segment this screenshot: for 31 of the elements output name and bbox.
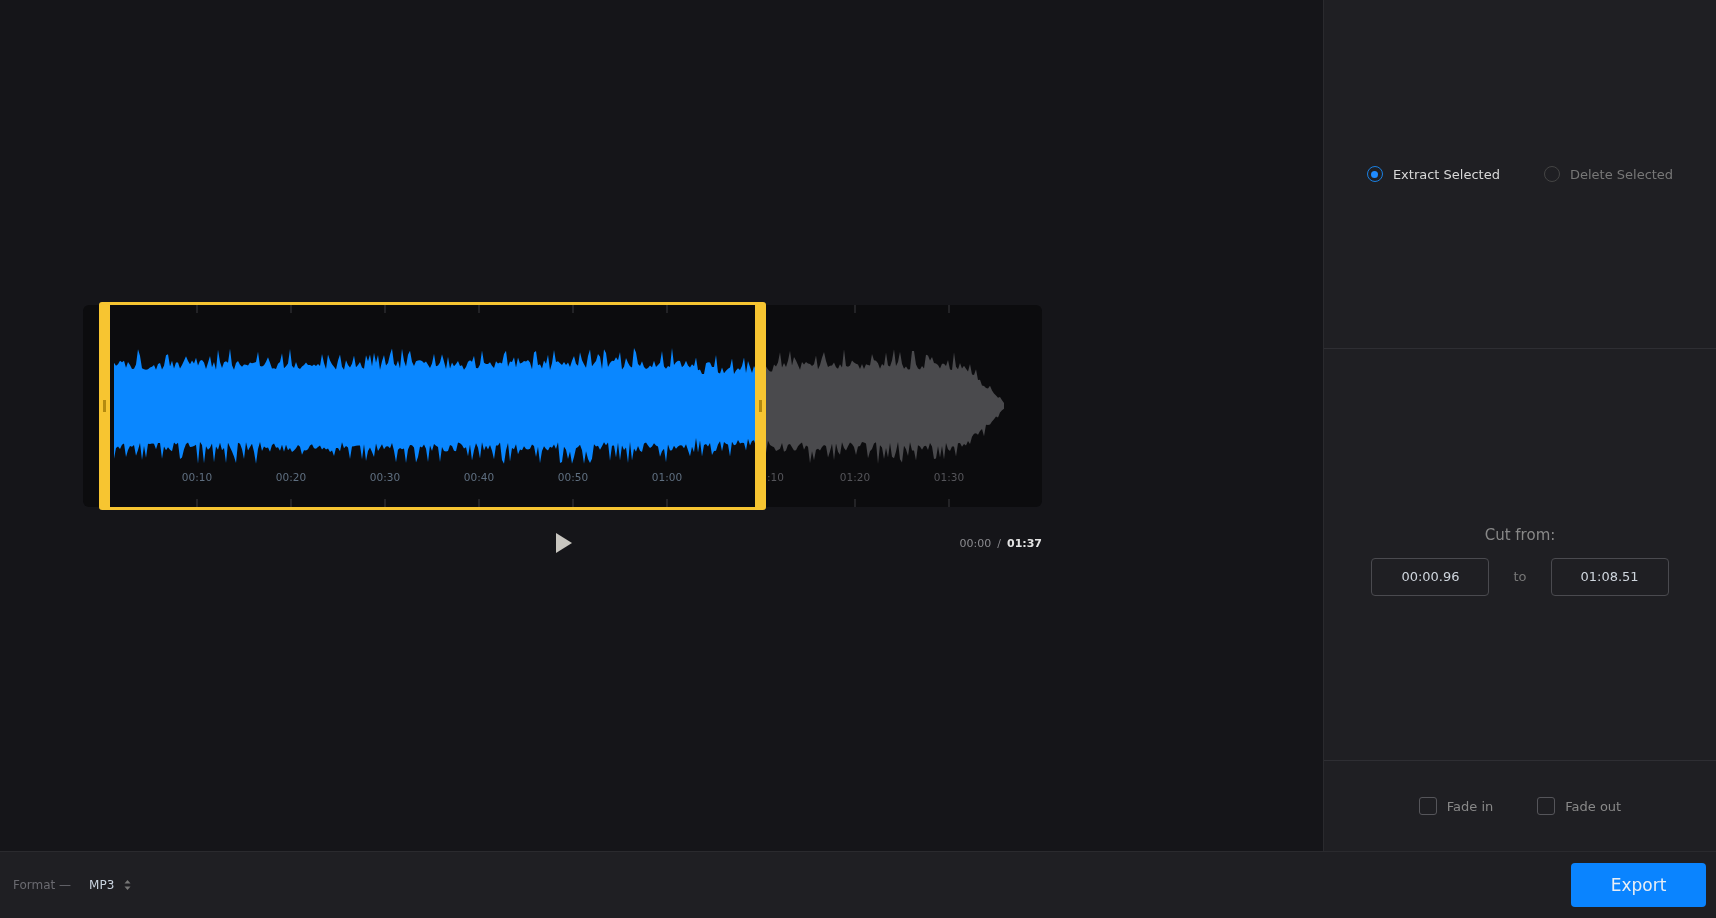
format-label: Format — (13, 878, 72, 892)
tick-label: 00:10 (181, 471, 213, 483)
format-dropdown[interactable]: MP3 (85, 876, 136, 894)
checkbox-label: Fade in (1446, 798, 1494, 814)
option-label: Delete Selected (1569, 166, 1674, 182)
end-time-field[interactable]: 01:08.51 (1550, 557, 1669, 596)
cut-label: Cut from: (1484, 525, 1556, 544)
checkbox-label: Fade out (1565, 798, 1622, 814)
tick-label: 01:30 (933, 471, 965, 483)
checkbox[interactable] (1537, 797, 1556, 815)
up-down-icon (124, 879, 132, 891)
start-time-field[interactable]: 00:00.96 (1371, 557, 1490, 596)
tick-label: 00:30 (369, 471, 401, 483)
time-separator: / (997, 536, 1001, 550)
mode-option[interactable]: Extract Selected (1366, 166, 1500, 182)
duration: 01:37 (1007, 536, 1042, 550)
fade-option[interactable]: Fade in (1418, 797, 1494, 815)
fade-option[interactable]: Fade out (1537, 797, 1622, 815)
checkbox[interactable] (1418, 797, 1437, 815)
mode-option[interactable]: Delete Selected (1543, 166, 1674, 182)
option-label: Extract Selected (1392, 166, 1500, 182)
tick-label: 00:40 (463, 471, 495, 483)
tick-label: 00:50 (557, 471, 589, 483)
tick-label: 01:20 (839, 471, 871, 483)
to-label: to (1513, 569, 1527, 584)
current-time: 00:00 (959, 536, 992, 550)
tick-label: :10 (767, 471, 784, 483)
start-handle[interactable] (98, 302, 110, 510)
end-handle[interactable] (754, 302, 766, 510)
tick-label: 01:00 (651, 471, 683, 483)
tick-label: 00:20 (275, 471, 307, 483)
